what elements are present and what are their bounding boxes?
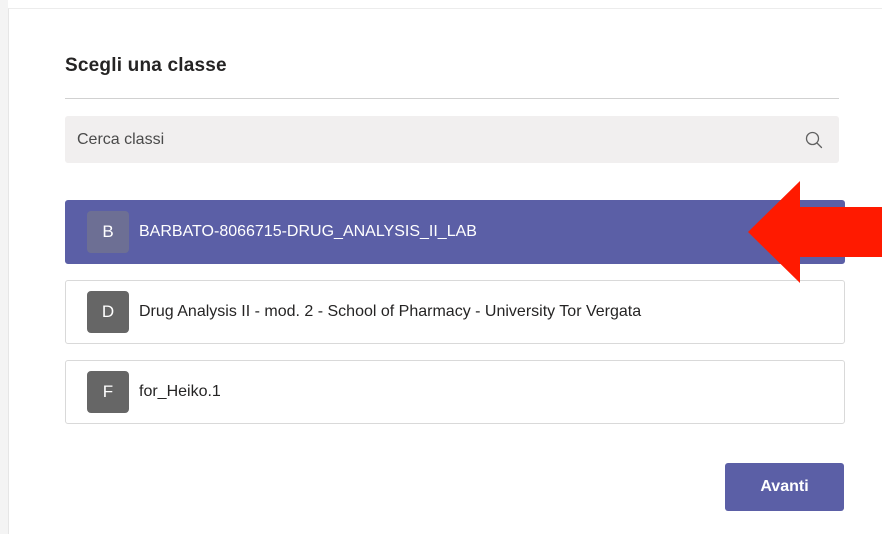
class-item-barbato-drug-analysis-lab[interactable]: B BARBATO-8066715-DRUG_ANALYSIS_II_LAB xyxy=(65,200,845,264)
dialog-title: Scegli una classe xyxy=(65,55,227,76)
search-icon[interactable] xyxy=(803,129,825,151)
search-input[interactable] xyxy=(77,116,803,163)
class-list: B BARBATO-8066715-DRUG_ANALYSIS_II_LAB D… xyxy=(65,200,845,440)
background-panel-edge xyxy=(0,0,8,534)
class-item-drug-analysis-mod2[interactable]: D Drug Analysis II - mod. 2 - School of … xyxy=(65,280,845,344)
title-divider xyxy=(65,98,839,99)
class-name: BARBATO-8066715-DRUG_ANALYSIS_II_LAB xyxy=(139,223,477,240)
class-avatar: B xyxy=(87,211,129,253)
class-name: Drug Analysis II - mod. 2 - School of Ph… xyxy=(139,303,642,320)
search-box xyxy=(65,116,839,163)
class-item-for-heiko[interactable]: F for_Heiko.1 xyxy=(65,360,845,424)
next-button[interactable]: Avanti xyxy=(725,463,844,511)
class-avatar: D xyxy=(87,291,129,333)
class-avatar: F xyxy=(87,371,129,413)
class-name: for_Heiko.1 xyxy=(139,383,221,400)
annotation-arrow-icon xyxy=(748,181,882,283)
